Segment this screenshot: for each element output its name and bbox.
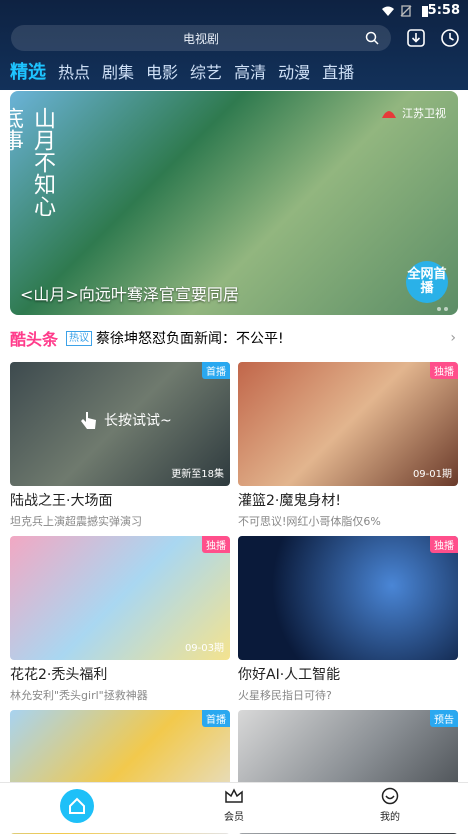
category-tabs: 精选 热点 剧集 电影 综艺 高清 动漫 直播	[0, 59, 354, 87]
card-thumbnail: 独播 09-03期	[10, 536, 230, 660]
mine-label: 我的	[380, 812, 400, 823]
home-button[interactable]	[60, 789, 94, 823]
card-thumbnail: 独播	[238, 536, 458, 660]
search-input[interactable]: 电视剧	[11, 25, 391, 51]
hero-banner[interactable]: 山月不知心底事 江苏卫视 全网首播 <山月>向远叶骞泽官宣要同居	[10, 91, 458, 315]
clock: 5:58	[427, 3, 460, 18]
tab-hd[interactable]: 高清	[234, 59, 266, 87]
tab-variety[interactable]: 综艺	[190, 59, 222, 87]
crown-icon	[225, 788, 243, 803]
video-card[interactable]: 首播 长按试试~ 更新至18集 陆战之王·大场面 坦克兵上演超震撼实弹演习	[10, 362, 230, 529]
mine-button[interactable]: 我的	[360, 787, 420, 823]
tab-series[interactable]: 剧集	[102, 59, 134, 87]
home-icon	[69, 797, 85, 814]
card-subtitle: 火星移民指日可待?	[238, 689, 332, 702]
headline-bar[interactable]: 酷头条 热议 蔡徐坤怒怼负面新闻：不公平! ›	[10, 325, 458, 351]
profile-icon	[381, 787, 399, 805]
video-card[interactable]: 独播 09-03期 花花2·秃头福利 林允安利"秃头girl"拯救神器	[10, 536, 230, 703]
badge: 首播	[202, 362, 230, 379]
card-subtitle: 林允安利"秃头girl"拯救神器	[10, 689, 148, 702]
card-thumbnail: 独播 09-01期	[238, 362, 458, 486]
badge: 独播	[430, 536, 458, 553]
wifi-icon	[382, 6, 394, 16]
episode-label: 09-01期	[412, 469, 452, 480]
status-bar: 5:58	[0, 0, 468, 22]
hand-pointer-icon	[81, 412, 96, 429]
no-sim-icon	[400, 5, 412, 17]
card-title: 陆战之王·大场面	[10, 493, 113, 509]
video-card[interactable]: 独播 09-01期 灌篮2·魔鬼身材! 不可思议!网红小哥体脂仅6%	[238, 362, 458, 529]
banner-calligraphy: 山月不知心底事	[10, 107, 55, 217]
badge: 独播	[202, 536, 230, 553]
headline-text: 蔡徐坤怒怼负面新闻：不公平!	[96, 331, 284, 347]
tab-featured[interactable]: 精选	[10, 59, 46, 87]
dot	[437, 307, 441, 311]
channel-name: 江苏卫视	[402, 107, 446, 120]
long-press-hint: 长按试试~	[80, 410, 172, 430]
badge: 独播	[430, 362, 458, 379]
tab-hot[interactable]: 热点	[58, 59, 90, 87]
badge: 预告	[430, 710, 458, 727]
dot	[444, 307, 448, 311]
hot-tag: 热议	[66, 330, 93, 346]
card-title: 灌篮2·魔鬼身材!	[238, 493, 341, 509]
jsws-logo-icon	[382, 111, 396, 118]
live-badge: 全网首播	[406, 261, 448, 303]
update-label: 更新至18集	[171, 469, 224, 480]
card-subtitle: 坦克兵上演超震撼实弹演习	[10, 515, 142, 528]
chevron-right-icon: ›	[450, 330, 456, 346]
vip-button[interactable]: 会员	[204, 787, 264, 823]
hint-text: 长按试试~	[104, 413, 172, 429]
download-icon[interactable]	[405, 27, 427, 49]
vip-label: 会员	[224, 812, 244, 823]
card-subtitle: 不可思议!网红小哥体脂仅6%	[238, 515, 381, 528]
video-card[interactable]: 独播 你好AI·人工智能 火星移民指日可待?	[238, 536, 458, 703]
tab-movies[interactable]: 电影	[146, 59, 178, 87]
history-icon[interactable]	[439, 27, 461, 49]
search-icon[interactable]	[365, 31, 379, 45]
tab-anime[interactable]: 动漫	[278, 59, 310, 87]
card-thumbnail: 首播 长按试试~ 更新至18集	[10, 362, 230, 486]
tab-live[interactable]: 直播	[322, 59, 354, 87]
headline-brand: 酷头条	[10, 330, 59, 349]
badge: 首播	[202, 710, 230, 727]
banner-title: <山月>向远叶骞泽官宣要同居	[20, 285, 239, 304]
bottom-nav: 会员 我的	[0, 782, 468, 833]
search-placeholder: 电视剧	[182, 31, 219, 46]
card-title: 花花2·秃头福利	[10, 667, 108, 683]
card-title: 你好AI·人工智能	[238, 667, 341, 683]
episode-label: 09-03期	[184, 643, 224, 654]
channel-logo: 江苏卫视	[380, 105, 446, 121]
top-header: 5:58 电视剧 精选 热点 剧集 电影 综艺 高清 动漫 直播	[0, 0, 468, 90]
carousel-dots	[437, 307, 448, 311]
